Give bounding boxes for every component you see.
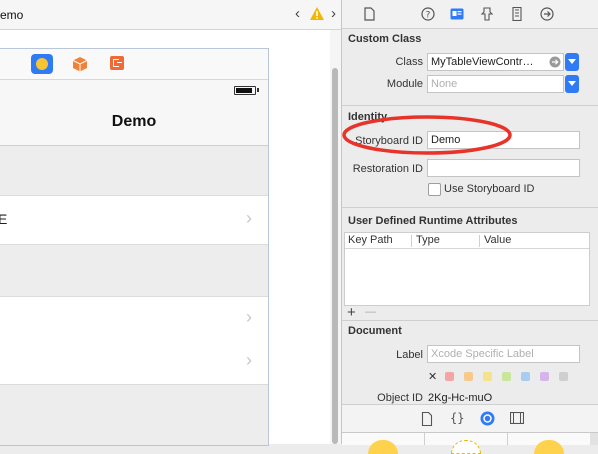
class-value: MyTableViewContr… (431, 56, 534, 68)
restoration-id-label: Restoration ID (352, 163, 423, 175)
go-arrow-icon[interactable] (549, 56, 561, 68)
class-label: Class (395, 56, 423, 68)
back-chevron-icon[interactable]: ‹ (295, 6, 300, 21)
section-divider (342, 320, 598, 321)
custom-class-title: Custom Class (348, 33, 422, 45)
jump-bar: emo ‹ › (0, 0, 341, 30)
library-item[interactable] (508, 433, 590, 454)
label-color-gray[interactable] (559, 372, 568, 381)
disclosure-chevron-icon: › (246, 307, 252, 327)
library-item[interactable] (425, 433, 508, 454)
identity-inspector-icon[interactable] (450, 7, 464, 21)
battery-icon (234, 86, 256, 95)
label-color-orange[interactable] (464, 372, 473, 381)
label-color-purple[interactable] (540, 372, 549, 381)
library-selector-bar: {} (342, 404, 598, 433)
view-controller-icon[interactable] (31, 54, 53, 74)
remove-attribute-button[interactable]: — (365, 306, 376, 318)
utilities-inspector: ? Custom Class Class MyTableViewContr… M… (342, 0, 598, 454)
doc-label-placeholder: Xcode Specific Label (431, 348, 534, 360)
runtime-attributes-table[interactable]: Key Path Type Value (344, 232, 590, 306)
class-field[interactable]: MyTableViewContr… (427, 53, 564, 71)
disclosure-chevron-icon: › (246, 350, 252, 370)
module-label: Module (386, 78, 423, 90)
status-bar (0, 80, 268, 98)
svg-text:?: ? (426, 11, 431, 21)
module-dropdown-button[interactable] (565, 75, 579, 93)
library-item[interactable] (342, 433, 425, 454)
file-inspector-icon[interactable] (362, 7, 376, 21)
doc-label-field[interactable]: Xcode Specific Label (427, 345, 580, 363)
module-placeholder: None (431, 78, 458, 90)
table-view-controller-scene[interactable]: Demo E › › › (0, 48, 269, 446)
exit-icon[interactable] (110, 56, 124, 70)
section-divider (342, 207, 598, 208)
column-header-key-path[interactable]: Key Path (348, 234, 393, 246)
column-header-type[interactable]: Type (416, 234, 440, 246)
battery-tip (257, 88, 259, 92)
forward-chevron-icon[interactable]: › (331, 6, 336, 21)
add-attribute-button[interactable]: + (347, 304, 356, 321)
clear-label-color-button[interactable]: ✕ (428, 370, 437, 383)
use-storyboard-id-label: Use Storyboard ID (444, 183, 535, 195)
object-library-grid[interactable] (342, 432, 598, 454)
table-cell[interactable]: › (0, 296, 268, 342)
connections-inspector-icon[interactable] (540, 7, 554, 21)
inspector-selector-bar: ? (342, 0, 598, 29)
size-inspector-icon[interactable] (510, 7, 524, 21)
code-snippet-library-icon[interactable]: {} (450, 411, 464, 425)
section-divider (342, 105, 598, 106)
label-color-red[interactable] (445, 372, 454, 381)
attributes-inspector-icon[interactable] (480, 7, 494, 21)
label-color-green[interactable] (502, 372, 511, 381)
file-template-library-icon[interactable] (421, 412, 433, 426)
use-storyboard-id-checkbox[interactable] (428, 183, 441, 196)
column-header-value[interactable]: Value (484, 234, 511, 246)
object-id-label: Object ID (377, 392, 423, 404)
media-library-icon[interactable] (510, 412, 524, 424)
doc-label-label: Label (396, 349, 423, 361)
class-dropdown-button[interactable] (565, 53, 579, 71)
first-responder-icon[interactable] (72, 56, 88, 72)
cell-label: E (0, 211, 8, 227)
udra-title: User Defined Runtime Attributes (348, 215, 518, 227)
restoration-id-field[interactable] (427, 159, 580, 177)
jump-bar-title[interactable]: emo (0, 8, 23, 22)
warning-icon[interactable] (310, 7, 324, 20)
navigation-bar[interactable]: Demo (0, 98, 268, 146)
document-title: Document (348, 325, 402, 337)
navigation-title: Demo (111, 113, 157, 130)
object-library-icon[interactable] (480, 411, 495, 426)
label-color-blue[interactable] (521, 372, 530, 381)
storyboard-canvas[interactable]: emo ‹ › Demo E › › › (0, 0, 341, 446)
annotation-ellipse (342, 115, 512, 155)
table-cell[interactable]: › (0, 340, 268, 385)
label-color-yellow[interactable] (483, 372, 492, 381)
quick-help-icon[interactable]: ? (421, 7, 435, 21)
object-id-value: 2Kg-Hc-muO (428, 392, 493, 404)
table-cell[interactable]: E › (0, 195, 268, 245)
scene-dock (0, 49, 268, 80)
module-field[interactable]: None (427, 75, 564, 93)
disclosure-chevron-icon: › (246, 208, 252, 228)
